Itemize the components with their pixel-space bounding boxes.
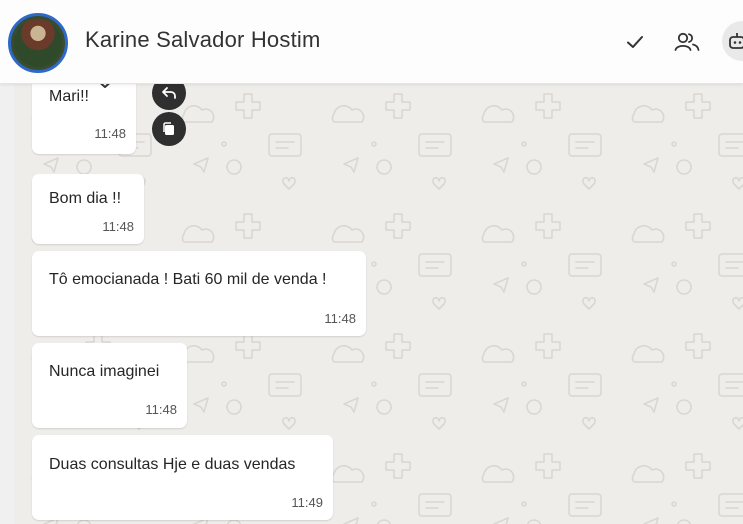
copy-icon — [163, 122, 174, 135]
message-bubble[interactable]: Nunca imaginei 11:48 — [32, 343, 187, 428]
message-time: 11:48 — [102, 219, 134, 234]
copy-button[interactable] — [152, 112, 186, 146]
bot-button[interactable] — [722, 21, 743, 61]
bot-icon — [729, 33, 743, 49]
chat-area: Mari!! 11:48 Bom dia !! 11:48 Tô emocian… — [14, 84, 743, 524]
check-icon — [627, 36, 643, 48]
message-bubble[interactable]: Duas consultas Hje e duas vendas 11:49 — [32, 435, 333, 520]
message-text: Tô emocianada ! Bati 60 mil de venda ! — [49, 271, 327, 288]
message-time: 11:48 — [145, 402, 177, 417]
message-bubble[interactable]: Mari!! 11:48 — [32, 84, 136, 154]
group-icon — [674, 32, 700, 51]
reply-icon — [162, 87, 176, 99]
message-text: Mari!! — [49, 88, 89, 105]
message-bubble[interactable]: Tô emocianada ! Bati 60 mil de venda ! 1… — [32, 251, 366, 336]
message-time: 11:48 — [94, 126, 126, 141]
group-button[interactable] — [668, 23, 706, 61]
message-time: 11:49 — [291, 495, 323, 510]
chat-header: Karine Salvador Hostim — [0, 0, 743, 84]
avatar[interactable] — [8, 13, 68, 73]
message-bubble[interactable]: Bom dia !! 11:48 — [32, 174, 144, 244]
message-text: Bom dia !! — [49, 190, 122, 207]
message-text: Duas consultas Hje e duas vendas — [49, 456, 296, 473]
mark-resolved-button[interactable] — [616, 23, 654, 61]
message-time: 11:48 — [324, 311, 356, 326]
chevron-down-icon[interactable] — [94, 84, 116, 91]
contact-name[interactable]: Karine Salvador Hostim — [85, 27, 321, 53]
message-text: Nunca imaginei — [49, 363, 160, 380]
avatar-image — [14, 19, 62, 67]
